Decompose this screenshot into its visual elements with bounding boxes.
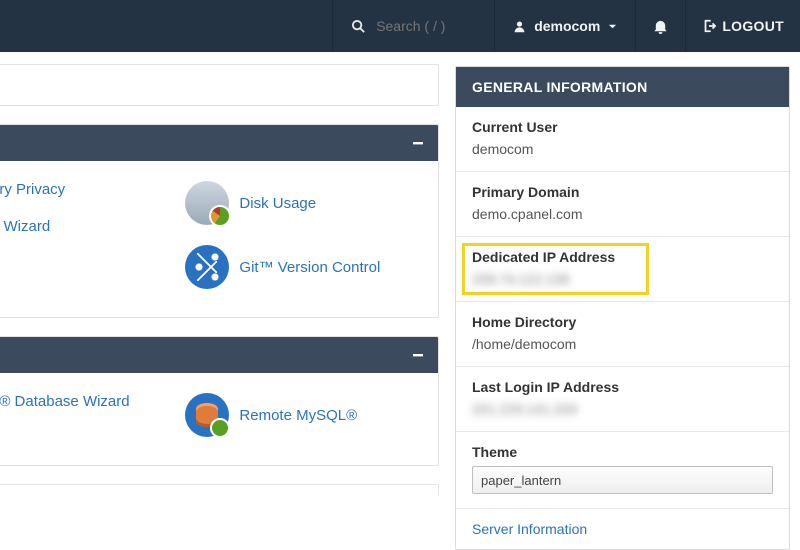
- last-login-value: 201.229.141.209: [472, 401, 773, 417]
- server-information-link[interactable]: Server Information: [456, 509, 789, 549]
- remote-mysql-icon: [185, 393, 229, 437]
- remote-mysql-link[interactable]: Remote MySQL®: [239, 407, 357, 424]
- page-search-box[interactable]: [0, 64, 439, 106]
- theme-label: Theme: [472, 444, 773, 460]
- dedicated-ip-row: Dedicated IP Address 208.74.122.138: [456, 237, 789, 302]
- home-directory-value: /home/democom: [472, 336, 773, 352]
- top-nav: democom LOGOUT: [0, 0, 800, 52]
- backup-wizard-link[interactable]: p Wizard: [0, 218, 50, 235]
- git-icon: [185, 245, 229, 289]
- primary-domain-value: demo.cpanel.com: [472, 206, 773, 222]
- dedicated-ip-label: Dedicated IP Address: [472, 249, 773, 265]
- logout-label: LOGOUT: [722, 18, 784, 34]
- general-info-card: GENERAL INFORMATION Current User democom…: [455, 66, 790, 550]
- primary-domain-label: Primary Domain: [472, 184, 773, 200]
- dedicated-ip-value: 208.74.122.138: [472, 271, 773, 287]
- user-icon: [513, 20, 526, 33]
- backup-wizard-item[interactable]: p Wizard: [0, 208, 171, 245]
- main-area: ory Privacy p Wizard Disk Usage Git™ Ver…: [0, 52, 800, 550]
- username-label: democom: [534, 18, 600, 34]
- directory-privacy-item[interactable]: ory Privacy: [0, 171, 171, 208]
- user-menu[interactable]: democom: [495, 0, 636, 52]
- files-panel-header[interactable]: [0, 125, 438, 161]
- directory-privacy-link[interactable]: ory Privacy: [0, 181, 65, 198]
- current-user-row: Current User democom: [456, 107, 789, 172]
- databases-panel-header[interactable]: [0, 337, 438, 373]
- logout-button[interactable]: LOGOUT: [686, 0, 800, 52]
- home-directory-label: Home Directory: [472, 314, 773, 330]
- home-directory-row: Home Directory /home/democom: [456, 302, 789, 367]
- files-panel-body: ory Privacy p Wizard Disk Usage Git™ Ver…: [0, 161, 438, 317]
- current-user-value: democom: [472, 141, 773, 157]
- logout-icon: [702, 19, 716, 33]
- chevron-down-icon: [608, 22, 617, 31]
- theme-select[interactable]: paper_lantern: [472, 466, 773, 494]
- theme-value: paper_lantern: [481, 473, 561, 488]
- right-column: GENERAL INFORMATION Current User democom…: [455, 52, 800, 550]
- extra-panel: [0, 484, 439, 496]
- disk-usage-icon: [185, 181, 229, 225]
- last-login-label: Last Login IP Address: [472, 379, 773, 395]
- db-col-2: Remote MySQL®: [185, 383, 438, 447]
- general-info-header: GENERAL INFORMATION: [456, 67, 789, 107]
- files-col-2: Disk Usage Git™ Version Control: [185, 171, 438, 299]
- files-col-1: ory Privacy p Wizard: [0, 171, 171, 299]
- disk-usage-item[interactable]: Disk Usage: [185, 171, 438, 235]
- databases-panel: L® Database Wizard Remote MySQL®: [0, 336, 439, 466]
- server-information-label: Server Information: [472, 521, 587, 537]
- disk-usage-link[interactable]: Disk Usage: [239, 195, 316, 212]
- mysql-wizard-link[interactable]: L® Database Wizard: [0, 393, 130, 410]
- files-panel: ory Privacy p Wizard Disk Usage Git™ Ver…: [0, 124, 439, 318]
- mysql-wizard-item[interactable]: L® Database Wizard: [0, 383, 171, 420]
- git-item[interactable]: Git™ Version Control: [185, 235, 438, 299]
- notifications-button[interactable]: [636, 0, 686, 52]
- current-user-label: Current User: [472, 119, 773, 135]
- remote-mysql-item[interactable]: Remote MySQL®: [185, 383, 438, 447]
- search-icon: [351, 19, 366, 34]
- last-login-row: Last Login IP Address 201.229.141.209: [456, 367, 789, 432]
- bell-icon: [653, 19, 668, 34]
- git-link[interactable]: Git™ Version Control: [239, 259, 380, 276]
- left-column: ory Privacy p Wizard Disk Usage Git™ Ver…: [0, 52, 455, 496]
- databases-panel-body: L® Database Wizard Remote MySQL®: [0, 373, 438, 465]
- primary-domain-row: Primary Domain demo.cpanel.com: [456, 172, 789, 237]
- search-input[interactable]: [376, 18, 476, 34]
- collapse-icon: [412, 349, 424, 361]
- collapse-icon: [412, 137, 424, 149]
- db-col-1: L® Database Wizard: [0, 383, 171, 447]
- theme-row: Theme paper_lantern: [456, 432, 789, 509]
- global-search[interactable]: [332, 0, 495, 52]
